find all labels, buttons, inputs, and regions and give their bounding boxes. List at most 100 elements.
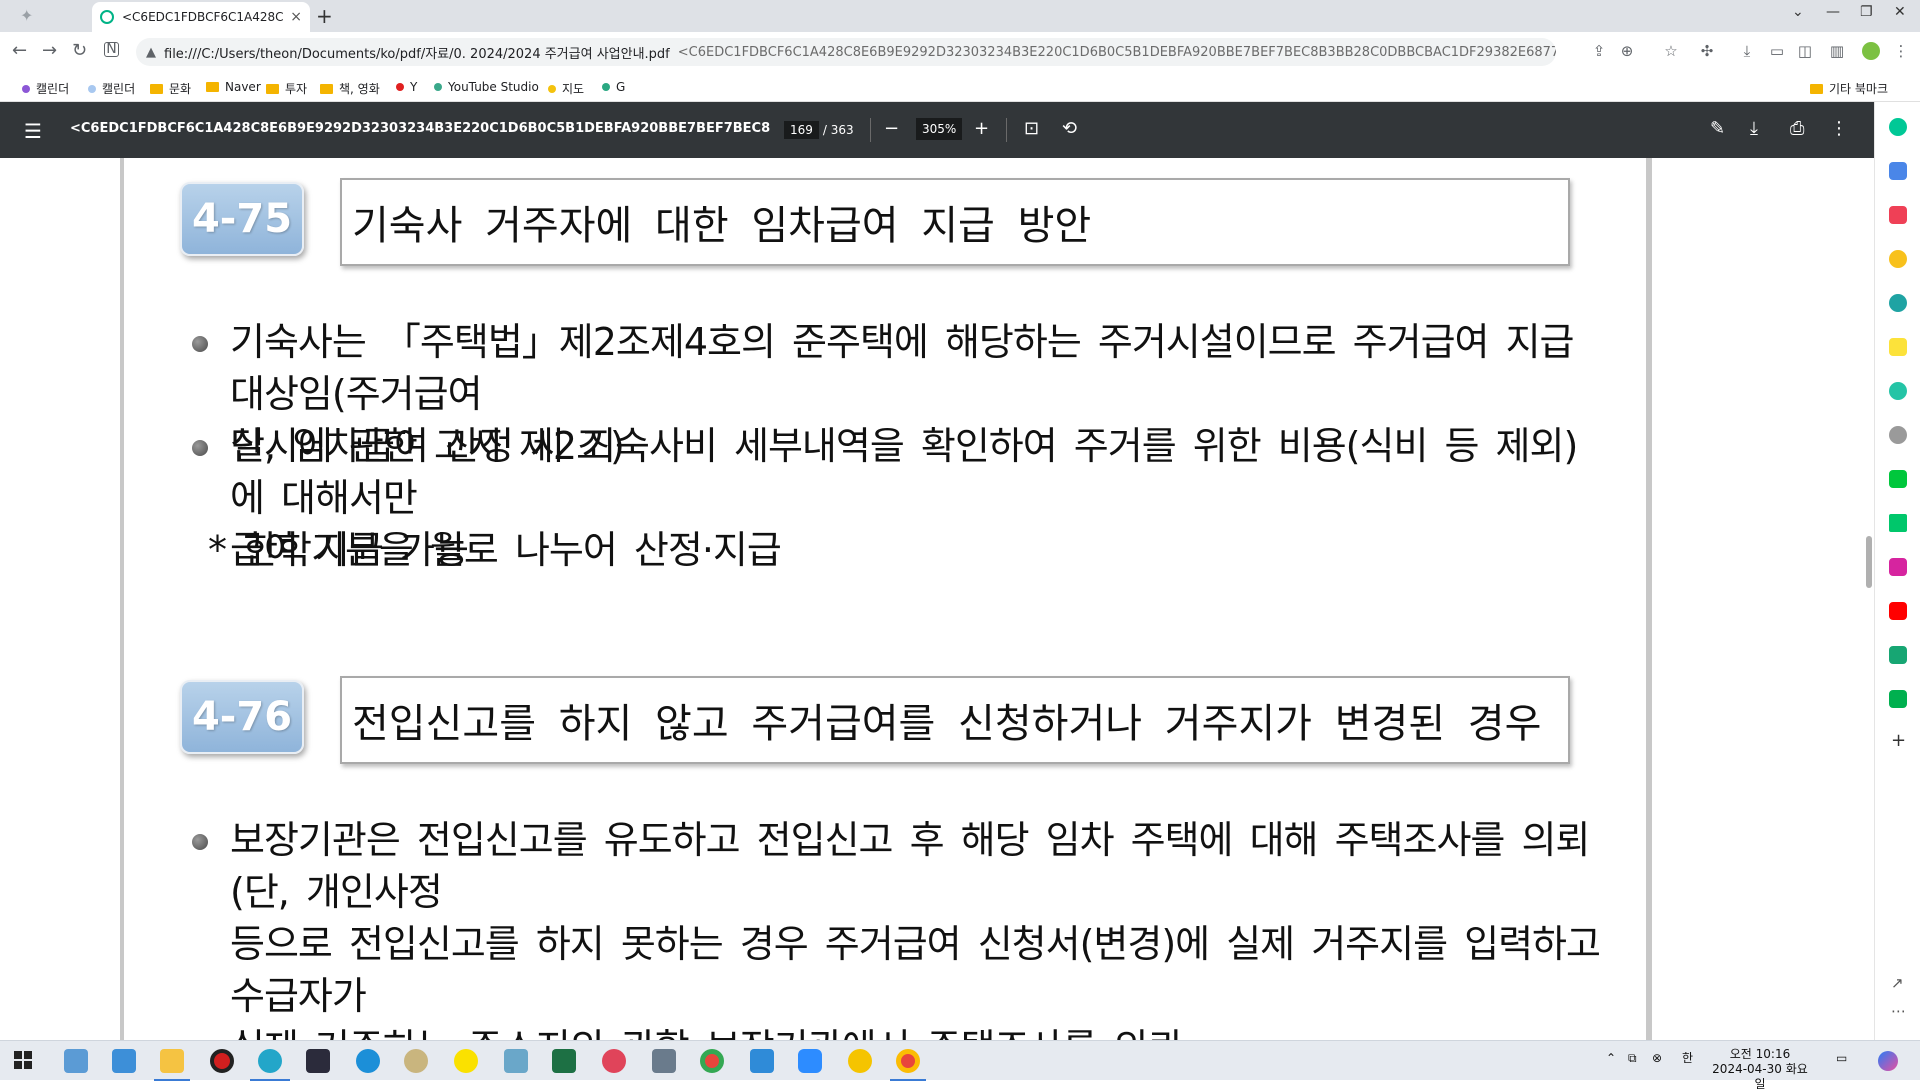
page-info-icon[interactable]: ▲ bbox=[146, 45, 156, 60]
zoom-level-input[interactable]: 305% bbox=[916, 118, 963, 140]
annotate-pen-icon[interactable]: ✎ bbox=[1710, 118, 1725, 139]
browser-menu-icon[interactable]: ⋮ bbox=[1892, 42, 1910, 60]
zoom-in-icon[interactable]: + bbox=[974, 118, 989, 139]
bullet-item: 보장기관은 전입신고를 유도하고 전입신고 후 해당 임차 주택에 대해 주택조… bbox=[192, 814, 1610, 1074]
bullet-text-line: 등으로 전입신고를 하지 못하는 경우 주거급여 신청서(변경)에 실제 거주지… bbox=[230, 922, 1601, 1018]
side-panel-store-icon[interactable] bbox=[1889, 514, 1907, 532]
taskbar-zoom-icon[interactable] bbox=[798, 1049, 822, 1073]
side-panel-favorites-icon[interactable] bbox=[1889, 250, 1907, 268]
side-panel-instagram-icon[interactable] bbox=[1889, 558, 1907, 576]
bookmark-label: 책, 영화 bbox=[339, 82, 380, 96]
side-panel-add-icon[interactable]: + bbox=[1891, 730, 1906, 751]
tray-chevron-icon[interactable]: ⌃ bbox=[1606, 1051, 1616, 1066]
side-panel-pocket-icon[interactable] bbox=[1889, 206, 1907, 224]
taskbar-chrome-profile-icon[interactable] bbox=[896, 1049, 920, 1073]
taskbar-kakaotalk-icon[interactable] bbox=[454, 1049, 478, 1073]
bookmark-other[interactable]: 기타 북마크 bbox=[1810, 80, 1888, 97]
side-panel-edge-icon[interactable] bbox=[1889, 294, 1907, 312]
minimize-button[interactable]: — bbox=[1826, 4, 1840, 20]
side-panel-notes-icon[interactable] bbox=[1889, 338, 1907, 356]
start-button[interactable] bbox=[14, 1051, 32, 1069]
zoom-icon[interactable]: ⊕ bbox=[1618, 42, 1636, 60]
forward-button[interactable]: → bbox=[42, 40, 57, 61]
taskbar-davinci-icon[interactable] bbox=[306, 1049, 330, 1073]
bookmark-label: Naver bbox=[225, 80, 261, 94]
taskbar-chrome-icon[interactable] bbox=[700, 1049, 724, 1073]
close-window-button[interactable]: ✕ bbox=[1894, 4, 1906, 20]
browser-tab[interactable]: <C6EDC1FDBCF6C1A428C8E6B × bbox=[92, 2, 310, 32]
address-bar[interactable]: ▲ file:///C:/Users/theon/Documents/ko/pd… bbox=[136, 38, 1556, 66]
share-icon[interactable]: ⇪ bbox=[1590, 42, 1608, 60]
taskbar-player-icon[interactable] bbox=[848, 1049, 872, 1073]
new-tab-button[interactable]: + bbox=[316, 4, 333, 28]
notification-icon[interactable]: ▭ bbox=[1836, 1051, 1847, 1066]
side-panel-owl-icon[interactable] bbox=[1889, 426, 1907, 444]
taskbar-snip-icon[interactable] bbox=[112, 1049, 136, 1073]
side-panel-more-icon[interactable]: ⋯ bbox=[1891, 1002, 1906, 1020]
sidebar-icon[interactable]: ▥ bbox=[1828, 42, 1846, 60]
bookmark-label: 투자 bbox=[285, 82, 308, 96]
tray-network-icon[interactable]: ⧉ bbox=[1628, 1051, 1637, 1066]
screenshot-icon[interactable]: ◫ bbox=[1796, 42, 1814, 60]
extensions-icon[interactable]: ✣ bbox=[1698, 42, 1716, 60]
download-icon[interactable]: ⤓ bbox=[1738, 42, 1756, 60]
scrollbar-thumb[interactable] bbox=[1866, 536, 1872, 588]
pdf-download-icon[interactable]: ⤓ bbox=[1750, 118, 1758, 139]
taskbar-paint-icon[interactable] bbox=[404, 1049, 428, 1073]
section-number-badge: 4-75 bbox=[180, 182, 304, 256]
side-panel-calendar-icon[interactable] bbox=[1889, 162, 1907, 180]
zoom-out-icon[interactable]: − bbox=[884, 118, 899, 139]
taskbar-explorer-icon[interactable] bbox=[160, 1049, 184, 1073]
side-panel-youtube-icon[interactable] bbox=[1889, 602, 1907, 620]
taskbar-browser-icon[interactable] bbox=[258, 1049, 282, 1073]
bookmark-item[interactable]: YouTube Studio bbox=[434, 80, 539, 94]
pdf-more-icon[interactable]: ⋮ bbox=[1830, 118, 1848, 139]
bookmark-item[interactable]: Y bbox=[396, 80, 417, 94]
close-tab-icon[interactable]: × bbox=[290, 9, 302, 25]
side-panel-finance-icon[interactable] bbox=[1889, 646, 1907, 664]
side-panel-app-icon[interactable] bbox=[1889, 118, 1907, 136]
cast-icon[interactable]: ▭ bbox=[1768, 42, 1786, 60]
taskbar-app-icon[interactable] bbox=[504, 1049, 528, 1073]
taskbar-paint3d-icon[interactable] bbox=[602, 1049, 626, 1073]
tab-search-chevron-icon[interactable]: ⌄ bbox=[1792, 4, 1804, 20]
tray-volume-icon[interactable]: ⊗ bbox=[1652, 1051, 1662, 1066]
reload-button[interactable]: ↻ bbox=[72, 40, 87, 61]
bookmark-label: 기타 북마크 bbox=[1829, 82, 1889, 96]
side-panel-play-icon[interactable] bbox=[1889, 382, 1907, 400]
bookmark-label: YouTube Studio bbox=[448, 80, 539, 94]
side-panel-shopping-icon[interactable] bbox=[1889, 690, 1907, 708]
taskbar-calculator-icon[interactable] bbox=[652, 1049, 676, 1073]
ime-indicator[interactable]: 한 bbox=[1682, 1051, 1693, 1066]
tray-copilot-icon[interactable] bbox=[1878, 1051, 1898, 1071]
bookmark-item[interactable]: 문화 bbox=[150, 80, 191, 97]
bookmark-item[interactable]: 캘린더 bbox=[22, 80, 69, 97]
profile-avatar[interactable] bbox=[1862, 42, 1880, 60]
bookmark-item[interactable]: G bbox=[602, 80, 625, 94]
pdf-menu-icon[interactable]: ☰ bbox=[24, 119, 42, 143]
bookmark-item[interactable]: 캘린더 bbox=[88, 80, 135, 97]
bookmark-item[interactable]: 책, 영화 bbox=[320, 80, 380, 97]
back-button[interactable]: ← bbox=[12, 40, 27, 61]
side-panel-webtoon-icon[interactable] bbox=[1889, 470, 1907, 488]
print-icon[interactable]: ⎙ bbox=[1790, 118, 1804, 139]
taskbar-edge-icon[interactable] bbox=[356, 1049, 380, 1073]
bullet-icon bbox=[192, 834, 208, 850]
bookmark-item[interactable]: 투자 bbox=[266, 80, 307, 97]
rotate-icon[interactable]: ⟲ bbox=[1062, 118, 1077, 139]
taskbar-files-icon[interactable] bbox=[64, 1049, 88, 1073]
bookmark-star-icon[interactable]: ☆ bbox=[1662, 42, 1680, 60]
restore-button[interactable]: ❐ bbox=[1860, 4, 1873, 20]
bookmark-item[interactable]: 지도 bbox=[548, 80, 584, 97]
fit-page-icon[interactable]: ⊡ bbox=[1024, 118, 1039, 139]
page-number-input[interactable]: 169 bbox=[784, 121, 819, 139]
side-panel-external-icon[interactable]: ↗ bbox=[1891, 974, 1904, 992]
section-heading: 기숙사 거주자에 대한 임차급여 지급 방안 bbox=[340, 178, 1570, 266]
bookmark-item[interactable]: Naver bbox=[206, 80, 261, 94]
taskbar-record-icon[interactable] bbox=[210, 1049, 234, 1073]
pdf-document-view[interactable]: 4-75 기숙사 거주자에 대한 임차급여 지급 방안 기숙사는 「주택법」제2… bbox=[0, 158, 1874, 1070]
taskbar-store-icon[interactable] bbox=[750, 1049, 774, 1073]
taskbar-excel-icon[interactable] bbox=[552, 1049, 576, 1073]
clock[interactable]: 오전 10:16 2024-04-30 화요일 bbox=[1708, 1047, 1812, 1092]
app-icon[interactable]: N bbox=[104, 42, 119, 57]
